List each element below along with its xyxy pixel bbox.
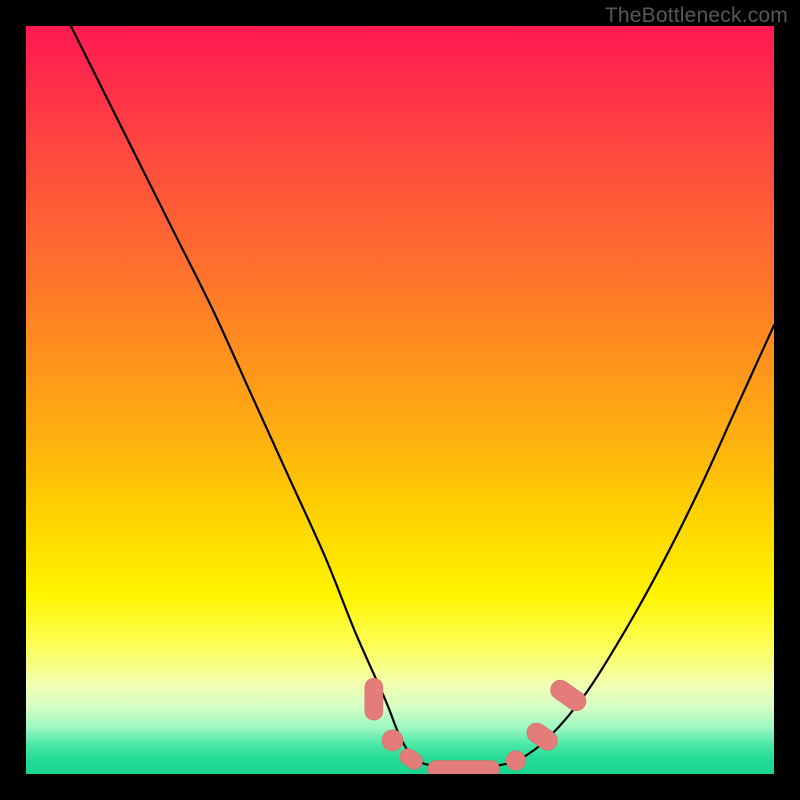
curve-marker-6	[547, 676, 590, 714]
bottleneck-curve	[71, 26, 774, 767]
marker-layer	[365, 676, 590, 774]
chart-svg	[26, 26, 774, 774]
curve-marker-5	[523, 719, 561, 754]
curve-marker-1	[382, 730, 403, 751]
curve-marker-3	[428, 761, 500, 774]
plot-area	[26, 26, 774, 774]
curve-marker-2	[397, 745, 426, 772]
curve-marker-4	[506, 751, 525, 770]
watermark-text: TheBottleneck.com	[605, 4, 788, 28]
curve-marker-0	[365, 678, 383, 720]
chart-frame: TheBottleneck.com	[0, 0, 800, 800]
